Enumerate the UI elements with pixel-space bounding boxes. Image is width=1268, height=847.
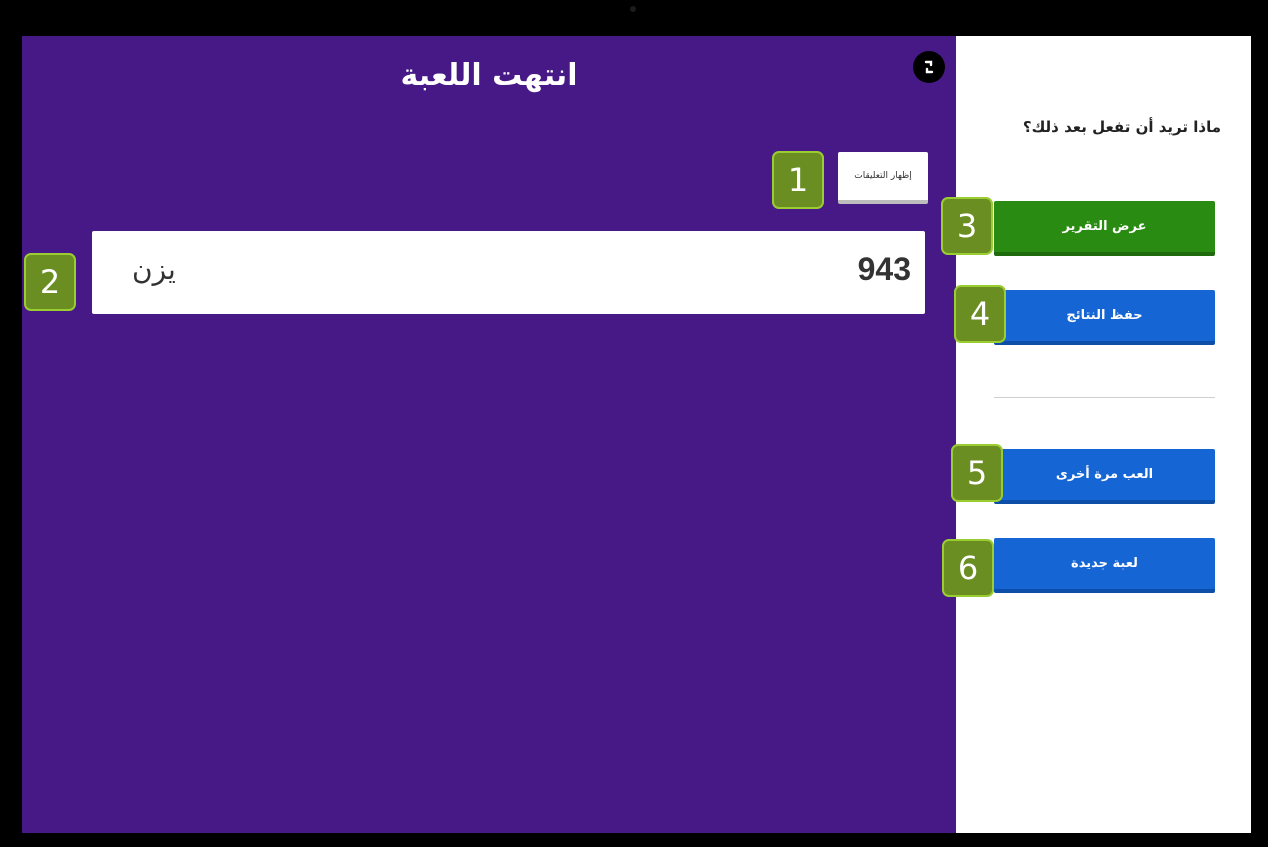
callout-badge-1: 1 [772,151,824,209]
callout-badge-2: 2 [24,253,76,311]
game-over-title: انتهت اللعبة [400,58,578,93]
tablet-screen: انتهت اللعبة إظهار التعليقات 943 يزن ماذ… [22,36,1251,833]
callout-badge-5: 5 [951,444,1003,502]
expand-icon [924,60,934,74]
camera-dot [630,6,636,12]
callout-badge-6: 6 [942,539,994,597]
result-row: 943 يزن [92,231,925,314]
side-panel: ماذا تريد أن تفعل بعد ذلك؟ عرض التقرير ح… [956,36,1251,833]
player-name: يزن [132,253,176,286]
play-again-button[interactable]: العب مرة أخرى [994,449,1215,504]
side-divider [994,397,1215,398]
fullscreen-button[interactable] [913,51,945,83]
save-results-button[interactable]: حفظ النتائج [994,290,1215,345]
callout-badge-3: 3 [941,197,993,255]
view-report-button[interactable]: عرض التقرير [994,201,1215,256]
next-step-question: ماذا تريد أن تفعل بعد ذلك؟ [1022,118,1221,136]
show-comments-button[interactable]: إظهار التعليقات [838,152,928,204]
player-score: 943 [857,251,911,287]
new-game-button[interactable]: لعبة جديدة [994,538,1215,593]
callout-badge-4: 4 [954,285,1006,343]
